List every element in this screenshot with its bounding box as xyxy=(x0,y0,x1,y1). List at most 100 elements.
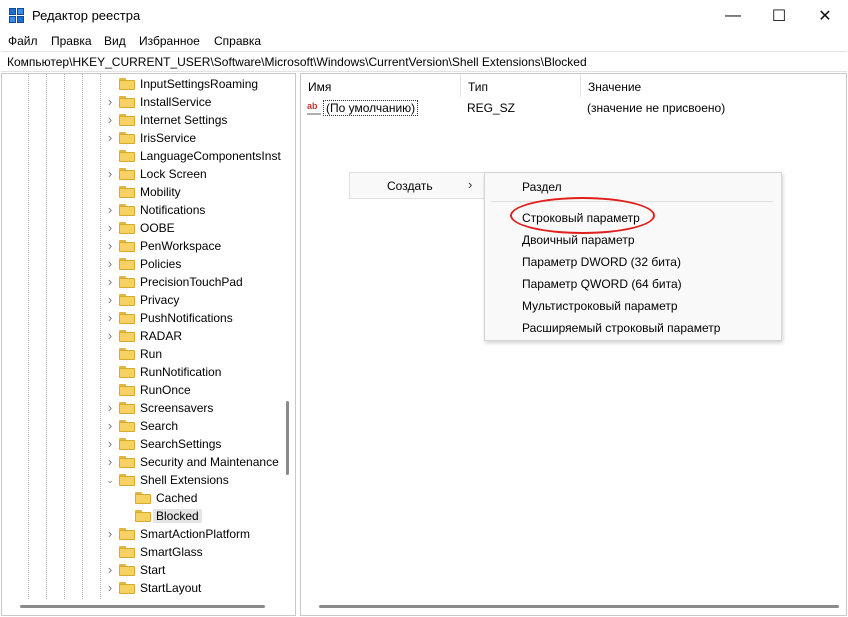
folder-icon xyxy=(119,564,135,576)
value-row[interactable]: ab (По умолчанию) REG_SZ (значение не пр… xyxy=(301,99,846,117)
tree-item[interactable]: › StartLayout xyxy=(2,579,295,597)
close-button[interactable]: ✕ xyxy=(802,0,848,31)
value-type: REG_SZ xyxy=(467,101,516,115)
tree-item[interactable]: › SearchSettings xyxy=(2,435,295,453)
folder-icon xyxy=(119,420,135,432)
values-list-pane[interactable]: Имя Тип Значение ab (По умолчанию) REG_S… xyxy=(300,73,847,616)
chevron-right-icon[interactable]: › xyxy=(104,113,116,126)
tree-item-label: Shell Extensions xyxy=(140,473,229,487)
menu-help[interactable]: Справка xyxy=(214,34,261,48)
submenu-item-binary-value[interactable]: Двоичный параметр xyxy=(522,233,635,247)
menu-edit[interactable]: Правка xyxy=(51,34,92,48)
tree-item[interactable]: › Security and Maintenance xyxy=(2,453,295,471)
tree-item[interactable]: › Screensavers xyxy=(2,399,295,417)
chevron-right-icon[interactable]: › xyxy=(104,167,116,180)
chevron-right-icon[interactable]: › xyxy=(104,311,116,324)
folder-icon xyxy=(119,528,135,540)
submenu-item-expandable-string-value[interactable]: Расширяемый строковый параметр xyxy=(522,321,720,335)
tree-item-label: Search xyxy=(140,419,179,433)
chevron-right-icon[interactable]: › xyxy=(104,203,116,216)
tree-item[interactable]: RunNotification xyxy=(2,363,295,381)
minimize-button[interactable]: — xyxy=(710,0,756,31)
submenu-item-dword-value[interactable]: Параметр DWORD (32 бита) xyxy=(522,255,681,269)
chevron-right-icon[interactable]: › xyxy=(104,437,116,450)
tree-item[interactable]: › PenWorkspace xyxy=(2,237,295,255)
chevron-right-icon[interactable]: › xyxy=(104,257,116,270)
tree-item[interactable]: › Policies xyxy=(2,255,295,273)
tree-item[interactable]: ⌄ Shell Extensions xyxy=(2,471,295,489)
chevron-right-icon[interactable]: › xyxy=(104,221,116,234)
maximize-button[interactable]: ☐ xyxy=(756,0,802,31)
tree-item-label: Blocked xyxy=(153,509,202,523)
address-bar[interactable]: Компьютер\HKEY_CURRENT_USER\Software\Mic… xyxy=(1,51,847,72)
chevron-right-icon[interactable]: › xyxy=(104,293,116,306)
tree-item[interactable]: › PushNotifications xyxy=(2,309,295,327)
value-data: (значение не присвоено) xyxy=(587,101,726,115)
tree-horizontal-scroll-thumb[interactable] xyxy=(20,605,265,608)
column-header-value[interactable]: Значение xyxy=(581,74,846,97)
tree-item[interactable]: › IrisService xyxy=(2,129,295,147)
tree-item[interactable]: Run xyxy=(2,345,295,363)
tree-item[interactable]: › Lock Screen xyxy=(2,165,295,183)
tree-item[interactable]: InputSettingsRoaming xyxy=(2,75,295,93)
chevron-right-icon[interactable]: › xyxy=(104,419,116,432)
tree-item[interactable]: › OOBE xyxy=(2,219,295,237)
folder-icon xyxy=(119,384,135,396)
tree-item[interactable]: › RADAR xyxy=(2,327,295,345)
chevron-right-icon[interactable]: › xyxy=(104,329,116,342)
tree-item[interactable]: › SmartActionPlatform xyxy=(2,525,295,543)
submenu-item-qword-value[interactable]: Параметр QWORD (64 бита) xyxy=(522,277,682,291)
column-header-type[interactable]: Тип xyxy=(461,74,581,97)
close-icon: ✕ xyxy=(818,7,832,25)
registry-editor-icon xyxy=(9,8,25,24)
tree-item[interactable]: › Search xyxy=(2,417,295,435)
tree-item-label: Privacy xyxy=(140,293,180,307)
tree-item-label: Mobility xyxy=(140,185,181,199)
column-header-name[interactable]: Имя xyxy=(301,74,461,97)
tree-item[interactable]: RunOnce xyxy=(2,381,295,399)
folder-icon xyxy=(119,474,135,486)
key-tree-pane[interactable]: InputSettingsRoaming › InstallService › Inte… xyxy=(1,73,296,616)
chevron-right-icon[interactable]: › xyxy=(104,131,116,144)
tree-item-label: Notifications xyxy=(140,203,206,217)
chevron-right-icon[interactable]: › xyxy=(104,95,116,108)
menu-file[interactable]: Файл xyxy=(8,34,38,48)
folder-icon xyxy=(119,438,135,450)
tree-item[interactable]: LanguageComponentsInst xyxy=(2,147,295,165)
submenu-item-key[interactable]: Раздел xyxy=(522,180,562,194)
tree-item[interactable]: › Notifications xyxy=(2,201,295,219)
tree-item[interactable]: › PrecisionTouchPad xyxy=(2,273,295,291)
chevron-right-icon[interactable]: › xyxy=(104,275,116,288)
string-value-icon: ab xyxy=(307,101,323,115)
tree-item-label: PrecisionTouchPad xyxy=(140,275,243,289)
tree-item[interactable]: › Internet Settings xyxy=(2,111,295,129)
create-submenu: Раздел Строковый параметр Двоичный парам… xyxy=(484,172,782,341)
tree-item[interactable]: › Start xyxy=(2,561,295,579)
menu-favorites[interactable]: Избранное xyxy=(139,34,200,48)
tree-item[interactable]: SmartGlass xyxy=(2,543,295,561)
tree-vertical-scroll-thumb[interactable] xyxy=(286,401,289,475)
chevron-right-icon[interactable]: › xyxy=(104,563,116,576)
tree-item-label: Start xyxy=(140,563,166,577)
chevron-right-icon[interactable]: › xyxy=(104,239,116,252)
list-horizontal-scroll-thumb[interactable] xyxy=(319,605,839,608)
menu-view[interactable]: Вид xyxy=(104,34,126,48)
chevron-right-icon[interactable]: › xyxy=(104,581,116,594)
tree-item[interactable]: › Privacy xyxy=(2,291,295,309)
folder-icon xyxy=(119,114,135,126)
chevron-down-icon[interactable]: ⌄ xyxy=(104,474,116,486)
tree-item[interactable]: › InstallService xyxy=(2,93,295,111)
submenu-item-multi-string-value[interactable]: Мультистроковый параметр xyxy=(522,299,678,313)
tree-vertical-scrollbar[interactable] xyxy=(281,74,295,599)
chevron-right-icon[interactable]: › xyxy=(104,401,116,414)
chevron-right-icon[interactable]: › xyxy=(104,527,116,540)
folder-icon xyxy=(119,402,135,414)
tree-item-label: OOBE xyxy=(140,221,175,235)
tree-item-label: InstallService xyxy=(140,95,212,109)
tree-item[interactable]: Cached xyxy=(2,489,295,507)
folder-icon xyxy=(119,96,135,108)
tree-item[interactable]: Blocked xyxy=(2,507,295,525)
context-menu-create[interactable]: Создать › xyxy=(350,173,484,198)
chevron-right-icon[interactable]: › xyxy=(104,455,116,468)
tree-item[interactable]: Mobility xyxy=(2,183,295,201)
